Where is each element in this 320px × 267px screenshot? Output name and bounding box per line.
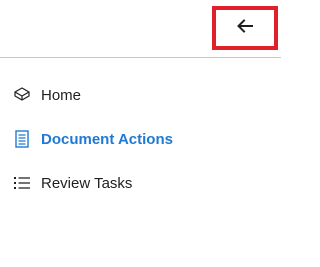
arrow-left-icon [237,18,253,38]
document-icon [13,130,31,148]
panel-header [0,0,281,58]
nav-item-review-tasks[interactable]: Review Tasks [0,161,281,205]
nav-item-document-actions[interactable]: Document Actions [0,117,281,161]
back-button[interactable] [212,6,278,50]
nav-menu: Home Document Actions Review Tasks [0,73,281,205]
home-box-icon [13,86,31,104]
nav-item-label: Home [41,86,82,104]
nav-item-label: Review Tasks [41,174,133,192]
nav-item-home[interactable]: Home [0,73,281,117]
bulleted-list-icon [13,174,31,192]
navigation-panel: Home Document Actions Review Tasks [0,0,289,267]
nav-item-label: Document Actions [41,130,173,148]
